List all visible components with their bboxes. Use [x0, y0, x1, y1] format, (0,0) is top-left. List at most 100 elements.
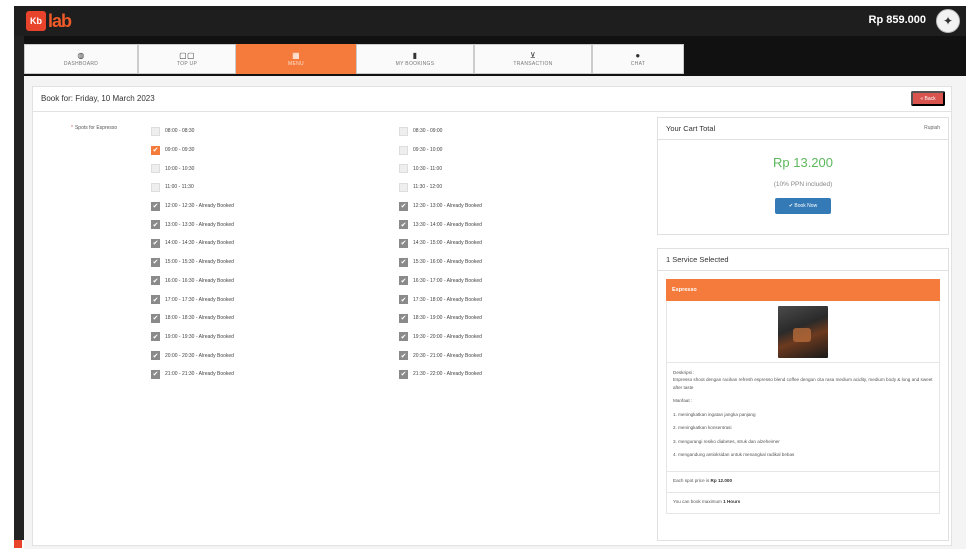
slot-checkbox[interactable]	[399, 145, 408, 155]
slot-label: 17:30 - 18:00 - Already Booked	[413, 296, 482, 303]
time-slot: ✔ 17:30 - 18:00 - Already Booked	[399, 290, 482, 309]
time-slot: ✔ 13:00 - 13:30 - Already Booked	[151, 215, 234, 234]
time-slot[interactable]: 08:30 - 09:00	[399, 122, 482, 141]
slot-label: 19:00 - 19:30 - Already Booked	[165, 333, 234, 340]
service-card-header: 1 Service Selected	[658, 249, 948, 271]
nav-my-bookings-icon: ▮	[412, 51, 418, 60]
time-slot[interactable]: 09:30 - 10:00	[399, 141, 482, 160]
nav-dashboard-label: DASHBOARD	[63, 61, 99, 67]
slots-column-right: 08:30 - 09:00 09:30 - 10:00 10:30 - 11:00 1…	[399, 122, 482, 384]
book-now-button[interactable]: ✔ Book Now	[775, 198, 831, 214]
nav-chat[interactable]: ● CHAT	[592, 44, 684, 74]
time-slot: ✔ 21:30 - 22:00 - Already Booked	[399, 365, 482, 384]
slot-checkbox[interactable]	[399, 164, 408, 174]
time-slot: ✔ 17:00 - 17:30 - Already Booked	[151, 290, 234, 309]
slots-column-left: 08:00 - 08:30 ✔ 09:00 - 09:30 10:00 - 10:30…	[151, 122, 234, 384]
slot-label: 13:00 - 13:30 - Already Booked	[165, 221, 234, 228]
nav-menu[interactable]: ▦ MENU	[236, 44, 356, 74]
slot-label: 10:00 - 10:30	[165, 165, 195, 172]
slot-label: 14:30 - 15:00 - Already Booked	[413, 240, 482, 247]
time-slot[interactable]: 10:00 - 10:30	[151, 159, 234, 178]
slot-label: 17:00 - 17:30 - Already Booked	[165, 296, 234, 303]
nav-transaction-label: TRANSACTION	[513, 61, 553, 67]
time-slot: ✔ 16:30 - 17:00 - Already Booked	[399, 272, 482, 291]
slot-label: 19:30 - 20:00 - Already Booked	[413, 333, 482, 340]
slot-checkbox: ✔	[399, 332, 408, 342]
time-slot: ✔ 20:30 - 21:00 - Already Booked	[399, 346, 482, 365]
slot-checkbox: ✔	[151, 295, 160, 305]
service-card: 1 Service Selected Espresso Deskripsi : …	[657, 248, 949, 541]
time-slot[interactable]: 10:30 - 11:00	[399, 159, 482, 178]
slot-checkbox[interactable]	[151, 164, 160, 174]
slot-checkbox[interactable]	[399, 126, 408, 136]
service-body: Deskripsi : Espresso shoot dengan racika…	[666, 301, 940, 514]
time-slot: ✔ 20:00 - 20:30 - Already Booked	[151, 346, 234, 365]
time-slot[interactable]: 11:30 - 12:00	[399, 178, 482, 197]
slot-label: 18:00 - 18:30 - Already Booked	[165, 315, 234, 322]
slot-label: 21:00 - 21:30 - Already Booked	[165, 371, 234, 378]
main-nav-bar: ◍ DASHBOARD ▢▢ TOP UP ▦ MENU ▮ MY BOOKINGS ⊻ TRAN…	[24, 36, 966, 76]
slot-label: 15:00 - 15:30 - Already Booked	[165, 259, 234, 266]
max-prefix: You can book maximum	[673, 498, 724, 504]
slot-checkbox[interactable]: ✔	[151, 145, 160, 155]
app-logo[interactable]: Kb lab	[26, 10, 72, 32]
time-slot: ✔ 12:00 - 12:30 - Already Booked	[151, 197, 234, 216]
desc-text: Espresso shoot dengan racikan refresh es…	[673, 377, 933, 390]
user-icon: ✦	[942, 14, 954, 28]
main-nav: ◍ DASHBOARD ▢▢ TOP UP ▦ MENU ▮ MY BOOKINGS ⊻ TRAN…	[24, 44, 684, 74]
benefit-item: 1. meningkatkan ingatan jangka panjang	[673, 411, 756, 417]
slot-checkbox: ✔	[151, 257, 160, 267]
slot-label: 11:00 - 11:30	[165, 184, 194, 191]
time-slot: ✔ 21:00 - 21:30 - Already Booked	[151, 365, 234, 384]
time-slot: ✔ 18:00 - 18:30 - Already Booked	[151, 309, 234, 328]
time-slot[interactable]: 11:00 - 11:30	[151, 178, 234, 197]
nav-transaction[interactable]: ⊻ TRANSACTION	[474, 44, 592, 74]
slot-label: 14:00 - 14:30 - Already Booked	[165, 240, 234, 247]
slot-label: 20:30 - 21:00 - Already Booked	[413, 352, 482, 359]
slot-checkbox[interactable]	[151, 126, 160, 136]
slot-label: 16:30 - 17:00 - Already Booked	[413, 277, 482, 284]
slot-checkbox[interactable]	[399, 182, 408, 192]
slot-checkbox: ✔	[151, 313, 160, 323]
time-slot[interactable]: 08:00 - 08:30	[151, 122, 234, 141]
benefit-item: 4. mengandung antioksidan untuk menangka…	[673, 452, 795, 458]
slot-label: 09:00 - 09:30	[165, 147, 195, 154]
page-title: Book for: Friday, 10 March 2023	[33, 87, 951, 112]
max-value: 1 Hours	[723, 498, 741, 504]
time-slot[interactable]: ✔ 09:00 - 09:30	[151, 141, 234, 160]
time-slot: ✔ 14:00 - 14:30 - Already Booked	[151, 234, 234, 253]
slot-checkbox: ✔	[399, 351, 408, 361]
price-info: Each spot price is Rp 12.000	[667, 470, 939, 492]
booking-panel: Book for: Friday, 10 March 2023 « Back *…	[32, 86, 952, 546]
service-name-bar: Espresso	[666, 279, 940, 301]
slot-checkbox[interactable]	[151, 182, 160, 192]
slot-checkbox: ✔	[399, 313, 408, 323]
slot-checkbox: ✔	[399, 276, 408, 286]
slot-checkbox: ✔	[399, 238, 408, 248]
benefit-title: Manfaat :	[673, 398, 693, 404]
nav-my-bookings[interactable]: ▮ MY BOOKINGS	[356, 44, 474, 74]
logo-text: lab	[48, 10, 72, 31]
nav-topup-icon: ▢▢	[179, 51, 195, 60]
benefit-item: 2. meningkatkan konsentrasi	[673, 425, 732, 431]
slot-checkbox: ✔	[151, 369, 160, 379]
slot-label: 18:30 - 19:00 - Already Booked	[413, 315, 482, 322]
time-slot: ✔ 19:30 - 20:00 - Already Booked	[399, 328, 482, 347]
nav-topup[interactable]: ▢▢ TOP UP	[138, 44, 236, 74]
desc-title: Deskripsi :	[673, 370, 695, 375]
slot-label: 20:00 - 20:30 - Already Booked	[165, 352, 234, 359]
nav-dashboard[interactable]: ◍ DASHBOARD	[24, 44, 138, 74]
back-button[interactable]: « Back	[911, 91, 945, 106]
time-slot: ✔ 16:00 - 16:30 - Already Booked	[151, 272, 234, 291]
top-bar: Kb lab Rp 859.000 ✦	[14, 6, 966, 36]
time-slot: ✔ 12:30 - 13:00 - Already Booked	[399, 197, 482, 216]
app-frame: Kb lab Rp 859.000 ✦ ◍ DASHBOARD ▢▢ TOP UP ▦ M…	[0, 0, 966, 549]
spots-label-text: Spots for Espresso	[74, 125, 118, 131]
slot-label: 08:00 - 08:30	[165, 128, 195, 135]
time-slot: ✔ 19:00 - 19:30 - Already Booked	[151, 328, 234, 347]
time-slot: ✔ 15:30 - 16:00 - Already Booked	[399, 253, 482, 272]
avatar[interactable]: ✦	[936, 9, 960, 33]
time-slot: ✔ 14:30 - 15:00 - Already Booked	[399, 234, 482, 253]
slot-label: 09:30 - 10:00	[413, 147, 443, 154]
nav-menu-icon: ▦	[292, 51, 300, 60]
